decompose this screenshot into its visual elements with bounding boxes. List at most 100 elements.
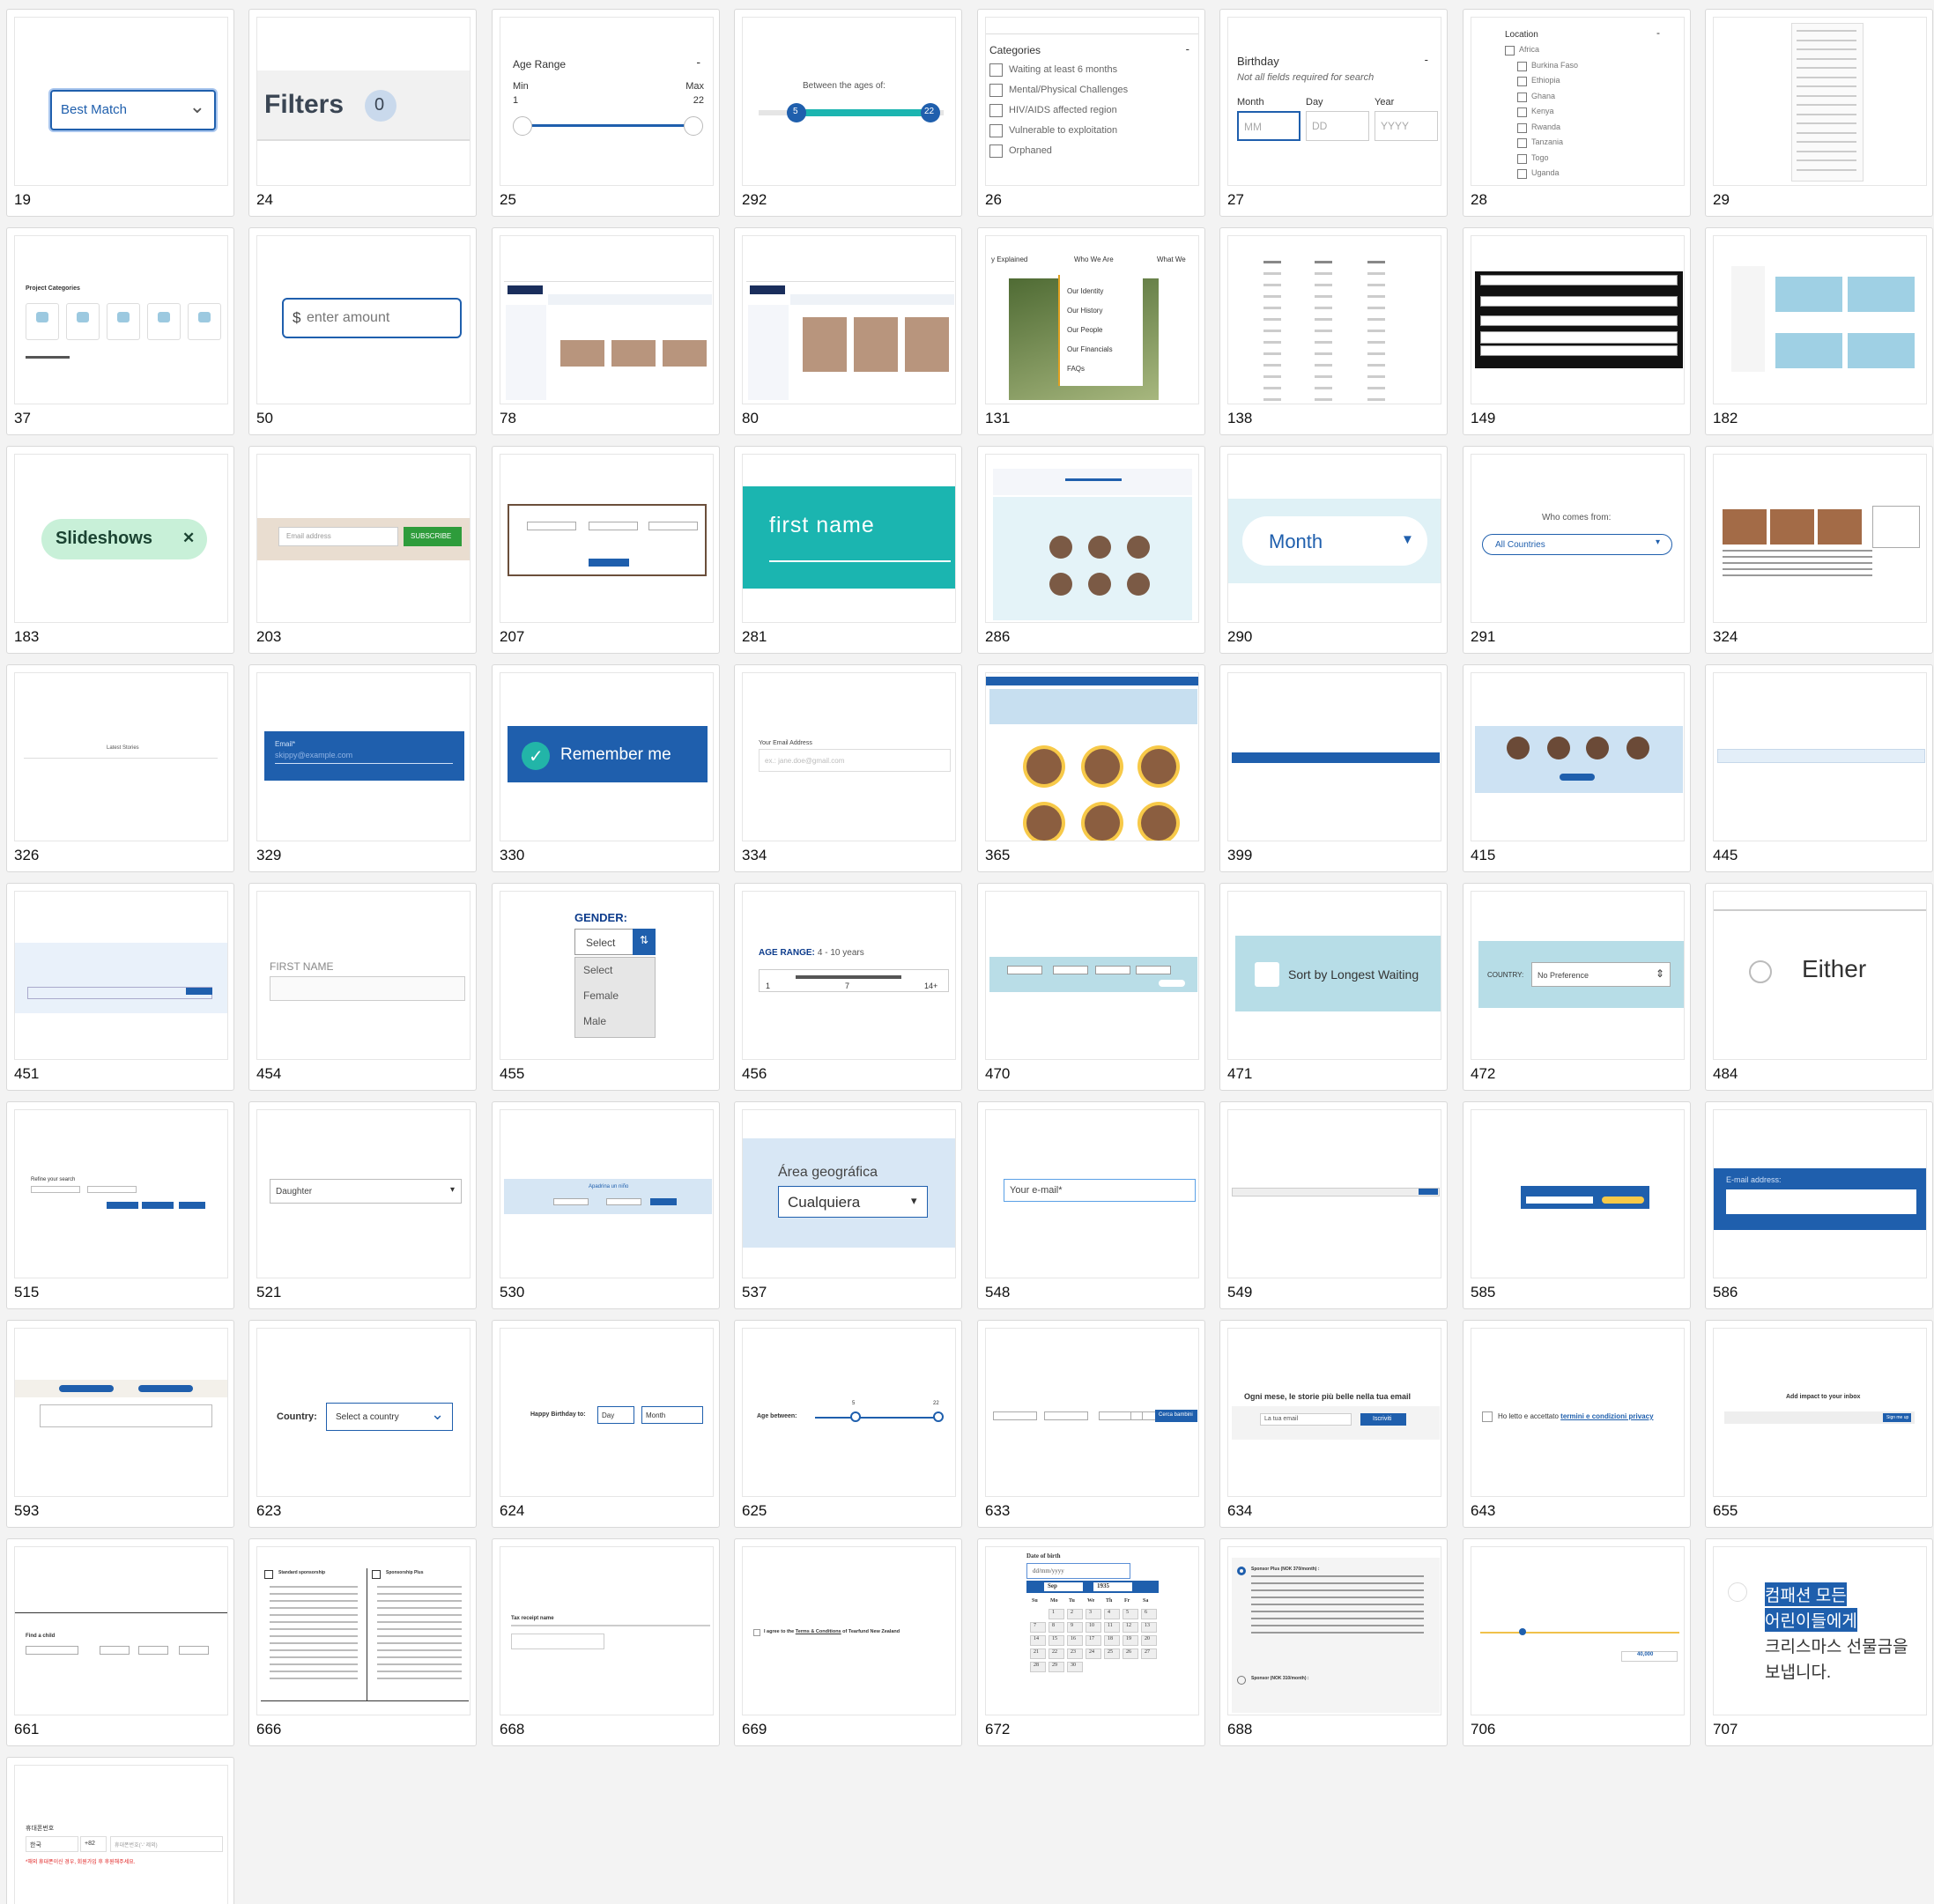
select-field[interactable]: [1044, 1411, 1088, 1420]
pill-button[interactable]: [138, 1385, 193, 1392]
thumbnail-preview[interactable]: Ho letto e accettato termini e condizion…: [1471, 1328, 1685, 1497]
thumbnail-preview[interactable]: [500, 235, 714, 404]
child-photo[interactable]: [1141, 805, 1176, 841]
thumbnail-preview[interactable]: COUNTRY: No Preference ⇕: [1471, 891, 1685, 1060]
first-name-input[interactable]: [270, 976, 465, 1001]
thumbnail-card[interactable]: Location - Africa Burkina Faso Ethiopia Ghana…: [1463, 9, 1691, 217]
thumbnail-preview[interactable]: FIRST NAME: [256, 891, 471, 1060]
gender-option[interactable]: Female: [583, 989, 619, 1002]
select-field[interactable]: [1095, 966, 1130, 974]
thumbnail-card[interactable]: $ enter amount 50: [248, 227, 477, 435]
max-handle[interactable]: [933, 1411, 944, 1422]
child-photo[interactable]: [1088, 536, 1111, 559]
thumbnail-preview[interactable]: Email address SUBSCRIBE: [256, 454, 471, 623]
thumbnail-preview[interactable]: [1227, 235, 1441, 404]
thumbnail-card[interactable]: Filters 0 24: [248, 9, 477, 217]
privacy-checkbox[interactable]: [1482, 1411, 1493, 1422]
thumbnail-card[interactable]: 휴대폰번호 한국 +82 휴대폰번호('-' 제외) *해외 휴대폰이신 경우, 회원가…: [6, 1757, 234, 1904]
menu-item[interactable]: Our Financials: [1067, 345, 1113, 353]
thumbnail-preview[interactable]: Find a child: [14, 1546, 228, 1715]
thumbnail-preview[interactable]: [985, 454, 1199, 623]
phone-input[interactable]: 휴대폰번호('-' 제외): [110, 1836, 223, 1852]
thumbnail-card[interactable]: Add impact to your inbox Sign me up 655: [1705, 1320, 1933, 1528]
select-field[interactable]: [527, 522, 576, 530]
child-photo[interactable]: [1626, 737, 1649, 759]
thumbnail-preview[interactable]: Your e-mail*: [985, 1109, 1199, 1278]
form-field[interactable]: [1480, 315, 1678, 326]
thumbnail-preview[interactable]: [14, 1328, 228, 1497]
email-input[interactable]: La tua email: [1260, 1413, 1352, 1426]
month-select[interactable]: Month ▼: [1242, 516, 1427, 566]
thumbnail-card[interactable]: 80: [734, 227, 962, 435]
email-input[interactable]: [1726, 1189, 1916, 1214]
thumbnail-preview[interactable]: $ enter amount: [256, 235, 471, 404]
thumbnail-card[interactable]: 207: [492, 446, 720, 654]
thumbnail-preview[interactable]: [985, 672, 1199, 841]
month-select[interactable]: Month: [641, 1406, 703, 1424]
child-photo[interactable]: [1127, 573, 1150, 596]
thumbnail-preview[interactable]: Birthday - Not all fields required for sea…: [1227, 17, 1441, 186]
child-photo[interactable]: [1507, 737, 1530, 759]
thumbnail-card[interactable]: Daughter ▾ 521: [248, 1101, 477, 1309]
relationship-select[interactable]: Daughter ▾: [270, 1179, 462, 1204]
thumbnail-card[interactable]: 138: [1219, 227, 1448, 435]
thumbnail-preview[interactable]: GENDER: Select ⇅ Select Female Male: [500, 891, 714, 1060]
thumbnail-card[interactable]: Project Categories 37: [6, 227, 234, 435]
thumbnail-preview[interactable]: Sponsor Plus (NOK 370/month) : Sponsor (N…: [1227, 1546, 1441, 1715]
day-input[interactable]: DD: [1306, 111, 1369, 141]
day-cell[interactable]: [1067, 1609, 1083, 1619]
thumbnail-card[interactable]: GENDER: Select ⇅ Select Female Male 455: [492, 883, 720, 1091]
select-field[interactable]: [1136, 966, 1171, 974]
category-checkbox[interactable]: [989, 63, 1003, 77]
thumbnail-preview[interactable]: E-mail address:: [1713, 1109, 1927, 1278]
thumbnail-card[interactable]: Latest Stories 326: [6, 664, 234, 872]
thumbnail-card[interactable]: 29: [1705, 9, 1933, 217]
terms-checkbox[interactable]: [753, 1629, 760, 1636]
thumbnail-preview[interactable]: first name: [742, 454, 956, 623]
country-select[interactable]: All Countries ▾: [1482, 534, 1672, 555]
thumbnail-card[interactable]: 470: [977, 883, 1205, 1091]
thumbnail-card[interactable]: I agree to the Terms & Conditions of Tea…: [734, 1538, 962, 1746]
menu-item[interactable]: Our History: [1067, 307, 1102, 315]
gender-option[interactable]: Male: [583, 1015, 606, 1027]
select-field[interactable]: [31, 1186, 80, 1193]
thumbnail-card[interactable]: Email address SUBSCRIBE 203: [248, 446, 477, 654]
thumbnail-preview[interactable]: Daughter ▾: [256, 1109, 471, 1278]
thumbnail-preview[interactable]: Either: [1713, 891, 1927, 1060]
thumbnail-preview[interactable]: [1713, 17, 1927, 186]
day-cell[interactable]: [1086, 1609, 1101, 1619]
child-photo[interactable]: [1026, 805, 1062, 841]
action-button[interactable]: [107, 1202, 138, 1209]
min-handle[interactable]: [850, 1411, 861, 1422]
thumbnail-preview[interactable]: ✓ Remember me: [500, 672, 714, 841]
thumbnail-preview[interactable]: 휴대폰번호 한국 +82 휴대폰번호('-' 제외) *해외 휴대폰이신 경우, 회원가…: [14, 1765, 228, 1904]
category-checkbox[interactable]: [989, 124, 1003, 137]
thumbnail-card[interactable]: Birthday - Not all fields required for sea…: [1219, 9, 1448, 217]
thumbnail-preview[interactable]: Who comes from: All Countries ▾: [1471, 454, 1685, 623]
thumbnail-card[interactable]: Sponsor Plus (NOK 370/month) : Sponsor (N…: [1219, 1538, 1448, 1746]
thumbnail-preview[interactable]: [1471, 1109, 1685, 1278]
basic-radio[interactable]: [1237, 1676, 1246, 1685]
menu-item[interactable]: Our People: [1067, 326, 1102, 334]
thumbnail-preview[interactable]: [500, 454, 714, 623]
thumbnail-card[interactable]: 593: [6, 1320, 234, 1528]
area-select[interactable]: Cualquiera ▾: [778, 1186, 928, 1218]
month-select[interactable]: Sep: [1044, 1582, 1083, 1591]
thumbnail-preview[interactable]: 컴패션 모든 어린이들에게 크리스마스 선물금을 보냅니다.: [1713, 1546, 1927, 1715]
sort-checkbox[interactable]: [1255, 962, 1279, 987]
subscribe-button[interactable]: Iscriviti: [1360, 1413, 1406, 1426]
thumbnail-card[interactable]: Your Email Address ex.: jane.doe@gmail.co…: [734, 664, 962, 872]
form-field[interactable]: [1480, 275, 1678, 285]
child-photo[interactable]: [1586, 737, 1609, 759]
thumbnail-card[interactable]: first name 281: [734, 446, 962, 654]
thumbnail-card[interactable]: Área geográfica Cualquiera ▾ 537: [734, 1101, 962, 1309]
location-checkbox[interactable]: [1517, 122, 1527, 133]
thumbnail-card[interactable]: Country: Select a country ⌄ 623: [248, 1320, 477, 1528]
child-photo[interactable]: [1088, 573, 1111, 596]
select-field[interactable]: [606, 1198, 641, 1205]
plus-checkbox[interactable]: [372, 1570, 381, 1579]
thumbnail-card[interactable]: Sort by Longest Waiting 471: [1219, 883, 1448, 1091]
filter-chip[interactable]: Slideshows ✕: [41, 519, 207, 559]
slider-track[interactable]: [1480, 1632, 1679, 1634]
thumbnail-preview[interactable]: Age between: 5 22: [742, 1328, 956, 1497]
